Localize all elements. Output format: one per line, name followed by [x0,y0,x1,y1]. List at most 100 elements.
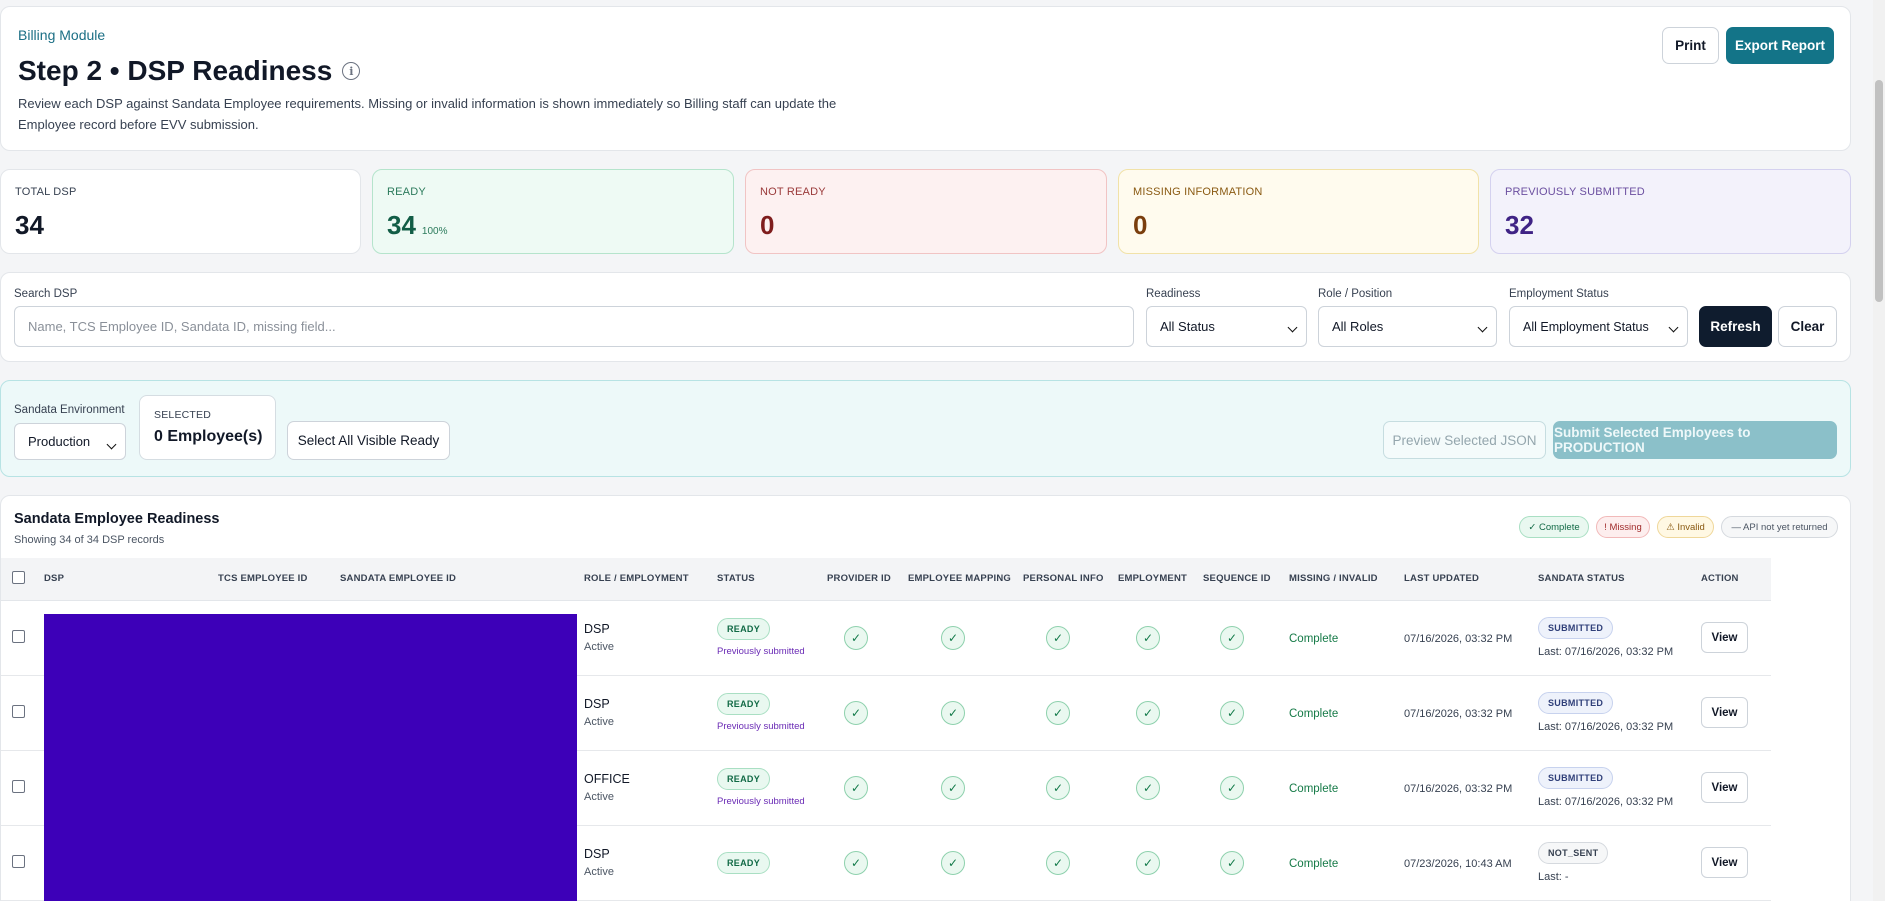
selected-label: SELECTED [154,409,212,421]
role-cell: DSP Active [584,825,717,900]
info-icon[interactable]: i [342,62,361,80]
sequence-id-cell: ✓ [1203,750,1289,825]
submit-production-button[interactable]: Submit Selected Employees to PRODUCTION [1553,421,1837,459]
stat-label: NOT READY [760,186,826,198]
last-submitted-text: Last: 07/16/2026, 03:32 PM [1538,796,1674,808]
employment-cell: ✓ [1118,750,1203,825]
col-last-updated[interactable]: LAST UPDATED [1404,558,1538,601]
select-all-ready-button[interactable]: Select All Visible Ready [287,421,450,460]
personal-info-cell: ✓ [1023,750,1118,825]
check-icon: ✓ [941,850,965,875]
col-missing-invalid[interactable]: MISSING / INVALID [1289,558,1404,601]
select-all-checkbox[interactable] [12,570,25,584]
legend-missing: ! Missing [1596,516,1650,538]
previously-submitted-note: Previously submitted [717,646,805,657]
col-sequence-id[interactable]: SEQUENCE ID [1203,558,1289,601]
provider-id-cell: ✓ [827,675,908,750]
view-button[interactable]: View [1701,697,1748,728]
check-icon: ✓ [1220,850,1244,875]
col-sandata-id[interactable]: SANDATA EMPLOYEE ID [340,558,584,601]
view-button[interactable]: View [1701,622,1748,653]
last-updated-text: 07/16/2026, 03:32 PM [1404,782,1513,795]
role-select[interactable]: All Roles [1318,306,1497,347]
submission-bar: Sandata Environment Production SELECTED … [0,380,1851,477]
employment-status-label: Employment Status [1509,288,1609,300]
employment-status-select[interactable]: All Employment Status [1509,306,1688,347]
readiness-value: All Status [1160,319,1215,334]
check-icon: ✓ [941,625,965,650]
last-updated-cell: 07/23/2026, 10:43 AM [1404,825,1538,900]
export-report-button[interactable]: Export Report [1726,27,1834,64]
environment-value: Production [28,434,91,449]
status-badge: READY [717,693,771,715]
view-button[interactable]: View [1701,847,1748,878]
col-status[interactable]: STATUS [717,558,827,601]
search-input[interactable]: Name, TCS Employee ID, Sandata ID, missi… [14,306,1134,347]
environment-label: Sandata Environment [14,404,125,416]
col-employment[interactable]: EMPLOYMENT [1118,558,1203,601]
stat-value-wrap: 34 100% [387,210,448,241]
role-text: DSP [584,847,610,861]
check-icon: ✓ [844,775,868,800]
view-button[interactable]: View [1701,772,1748,803]
personal-info-cell: ✓ [1023,675,1118,750]
check-icon: ✓ [941,775,965,800]
last-submitted-text: Last: - [1538,871,1569,883]
check-icon: ✓ [1136,775,1160,800]
check-icon: ✓ [1046,775,1070,800]
col-dsp[interactable]: DSP [38,558,218,601]
table-subtitle: Showing 34 of 34 DSP records [14,534,165,546]
stat-label: MISSING INFORMATION [1133,186,1263,198]
row-checkbox[interactable] [12,629,25,643]
row-checkbox[interactable] [12,779,25,793]
preview-json-button[interactable]: Preview Selected JSON [1383,421,1546,459]
stat-label: PREVIOUSLY SUBMITTED [1505,186,1645,198]
missing-invalid-cell: Complete [1289,600,1404,675]
employment-cell: ✓ [1118,600,1203,675]
role-cell: DSP Active [584,600,717,675]
stat-card-ready: READY 34 100% [372,169,734,254]
last-updated-cell: 07/16/2026, 03:32 PM [1404,675,1538,750]
sandata-status-cell: SUBMITTED Last: 07/16/2026, 03:32 PM [1538,675,1701,750]
role-value: All Roles [1332,319,1384,334]
employment-cell: ✓ [1118,825,1203,900]
col-employee-mapping[interactable]: EMPLOYEE MAPPING [908,558,1023,601]
last-updated-cell: 07/16/2026, 03:32 PM [1404,600,1538,675]
page-header: Billing Module Step 2 • DSP Readiness i … [0,6,1851,151]
employment-text: Active [584,716,614,728]
sandata-status-badge: NOT_SENT [1538,842,1609,864]
stat-value: 0 [1133,210,1148,240]
col-sandata-status[interactable]: SANDATA STATUS [1538,558,1701,601]
col-role[interactable]: ROLE / EMPLOYMENT [584,558,717,601]
role-text: OFFICE [584,772,630,786]
selected-value: 0 Employee(s) [154,428,263,445]
print-button[interactable]: Print [1662,27,1719,64]
status-cell: READY Previously submitted [717,675,827,750]
employee-mapping-cell: ✓ [908,750,1023,825]
complete-text: Complete [1289,857,1339,870]
stat-card-missing: MISSING INFORMATION 0 [1118,169,1479,254]
page-scrollbar[interactable] [1873,0,1885,901]
role-text: DSP [584,697,610,711]
clear-button[interactable]: Clear [1778,306,1837,347]
col-tcs-id[interactable]: TCS EMPLOYEE ID [218,558,340,601]
stat-label: READY [387,186,426,198]
module-label: Billing Module [18,27,106,43]
select-all-header [1,558,38,601]
employee-mapping-cell: ✓ [908,675,1023,750]
selected-count-box: SELECTED 0 Employee(s) [139,395,276,460]
page-title-text: Step 2 • DSP Readiness [18,55,333,86]
table-header-row: DSP TCS EMPLOYEE ID SANDATA EMPLOYEE ID … [1,558,1771,601]
stat-card-not-ready: NOT READY 0 [745,169,1107,254]
row-checkbox[interactable] [12,704,25,718]
col-personal-info[interactable]: PERSONAL INFO [1023,558,1118,601]
stat-value: 34 [15,210,44,240]
row-checkbox[interactable] [12,854,25,868]
col-provider-id[interactable]: PROVIDER ID [827,558,908,601]
readiness-select[interactable]: All Status [1146,306,1307,347]
refresh-button[interactable]: Refresh [1699,306,1772,347]
row-select-cell [1,675,38,750]
scrollbar-thumb[interactable] [1875,80,1883,302]
sandata-status-cell: SUBMITTED Last: 07/16/2026, 03:32 PM [1538,600,1701,675]
environment-select[interactable]: Production [14,423,126,460]
